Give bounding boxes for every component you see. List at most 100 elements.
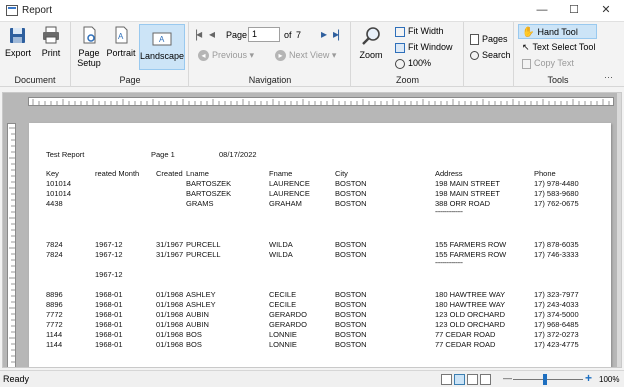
last-page-icon[interactable]: ▸|: [333, 27, 340, 41]
print-button[interactable]: Print: [38, 25, 64, 58]
facing-view-icon[interactable]: [467, 374, 478, 385]
zoom-in-icon[interactable]: +: [585, 371, 592, 385]
table-cell: AUBIN: [186, 310, 209, 319]
copy-icon: [522, 58, 531, 69]
table-cell: 388 ORR ROAD: [435, 199, 491, 208]
table-cell: 01/1968: [156, 310, 184, 319]
page-number-input[interactable]: 1: [248, 27, 280, 42]
next-view-label: Next View: [289, 50, 330, 60]
table-cell: BOSTON: [335, 320, 367, 329]
facing-continuous-view-icon[interactable]: [480, 374, 491, 385]
export-icon: [10, 28, 25, 43]
portrait-icon: A: [115, 26, 128, 44]
table-cell: 101014: [46, 189, 72, 198]
table-cell: GRAHAM: [269, 199, 302, 208]
table-cell: BOSTON: [335, 300, 367, 309]
svg-text:A: A: [118, 32, 124, 41]
table-cell: 77 CEDAR ROAD: [435, 340, 496, 349]
search-button[interactable]: Search: [470, 48, 511, 63]
table-cell: GRAMS: [186, 199, 214, 208]
copy-text-button[interactable]: Copy Text: [522, 56, 574, 71]
previous-view-button[interactable]: ◂ Previous ▾: [198, 48, 254, 63]
page-label: Page: [226, 30, 248, 40]
fit-width-button[interactable]: Fit Width: [395, 24, 444, 39]
table-cell: 198 MAIN STREET: [435, 179, 501, 188]
zoom-out-icon[interactable]: —: [503, 373, 512, 383]
search-icon: [470, 51, 479, 61]
actual-size-button[interactable]: 100%: [395, 56, 431, 71]
next-dropdown-icon: ▾: [331, 50, 337, 60]
minimize-button[interactable]: —: [526, 0, 558, 22]
table-cell: LONNIE: [269, 330, 297, 339]
vertical-ruler: [7, 123, 16, 367]
single-page-view-icon[interactable]: [441, 374, 452, 385]
column-header: reated Month: [95, 169, 140, 178]
table-cell: BOSTON: [335, 310, 367, 319]
zoom-percent: 100%: [599, 375, 620, 384]
export-button[interactable]: Export: [5, 25, 31, 58]
table-cell: 7824: [46, 240, 63, 249]
table-cell: 17) 878-6035: [534, 240, 579, 249]
report-page-number: Page 1: [151, 150, 175, 159]
next-view-button[interactable]: ▸ Next View ▾: [275, 48, 336, 63]
table-cell: LAURENCE: [269, 179, 310, 188]
continuous-view-icon[interactable]: [454, 374, 465, 385]
table-cell: 01/1968: [156, 290, 184, 299]
table-cell: BOSTON: [335, 189, 367, 198]
zoom-label: Zoom: [359, 50, 383, 60]
ribbon-options-button[interactable]: ···: [604, 72, 613, 82]
maximize-button[interactable]: ☐: [558, 0, 590, 22]
group-tools: ✋ Hand Tool ↖ Text Select Tool Copy Text T…: [515, 22, 601, 87]
previous-view-label: Previous: [212, 50, 248, 60]
table-cell: BOS: [186, 330, 202, 339]
first-page-icon[interactable]: |◂: [195, 27, 202, 41]
landscape-button[interactable]: A Landscape: [139, 24, 185, 70]
zoom-button[interactable]: Zoom: [357, 25, 385, 60]
pages-button[interactable]: Pages: [470, 32, 508, 47]
table-cell: 01/1968: [156, 340, 184, 349]
report-viewer[interactable]: Test Report Page 1 08/17/2022 Key reated …: [2, 92, 622, 368]
page-setup-label-line1: Page: [78, 48, 100, 58]
table-cell: 1144: [46, 330, 63, 339]
printer-icon: [43, 26, 59, 44]
table-cell: 1144: [46, 340, 63, 349]
table-cell: 1968-01: [95, 340, 123, 349]
table-cell: 180 HAWTREE WAY: [435, 290, 506, 299]
total-pages: 7: [296, 30, 302, 40]
table-cell: 17) 243-4033: [534, 300, 579, 309]
table-cell: 198 MAIN STREET: [435, 189, 501, 198]
table-cell: CECILE: [269, 290, 297, 299]
table-cell: 123 OLD ORCHARD: [435, 320, 506, 329]
table-cell: 4438: [46, 199, 63, 208]
hand-tool-button[interactable]: ✋ Hand Tool: [518, 24, 597, 39]
group-separator: ---------------: [435, 260, 463, 267]
portrait-button[interactable]: A Portrait: [106, 25, 136, 58]
table-cell: 1968-01: [95, 290, 123, 299]
vertical-scrollbar[interactable]: [617, 93, 621, 367]
svg-text:A: A: [159, 35, 165, 44]
group-zoom: Zoom Fit Width Fit Window 100% Zoom: [352, 22, 464, 87]
previous-dropdown-icon: ▾: [249, 50, 255, 60]
close-button[interactable]: ✕: [590, 0, 622, 22]
prev-page-icon[interactable]: ◂: [209, 27, 215, 41]
title-bar: Report — ☐ ✕: [0, 0, 624, 22]
next-page-icon[interactable]: ▸: [321, 27, 327, 41]
table-cell: 31/1967: [156, 250, 184, 259]
table-cell: BOSTON: [335, 250, 367, 259]
table-cell: BARTOSZEK: [186, 179, 232, 188]
group-label-page: Page: [119, 75, 141, 85]
landscape-icon: A: [152, 32, 172, 46]
table-cell: 1968-01: [95, 300, 123, 309]
status-text: Ready: [3, 374, 30, 384]
zoom-slider-track[interactable]: [513, 379, 583, 380]
text-select-tool-button[interactable]: ↖ Text Select Tool: [522, 40, 595, 55]
table-cell: 31/1967: [156, 240, 184, 249]
zoom-slider-thumb[interactable]: [542, 374, 547, 385]
page-setup-button[interactable]: Page Setup: [75, 25, 103, 68]
fit-window-button[interactable]: Fit Window: [395, 40, 453, 55]
column-header: Created: [156, 169, 183, 178]
app-icon: [6, 5, 18, 16]
text-select-tool-label: Text Select Tool: [532, 42, 596, 52]
group-separator: ---------------: [435, 209, 463, 216]
table-cell: 7824: [46, 250, 63, 259]
